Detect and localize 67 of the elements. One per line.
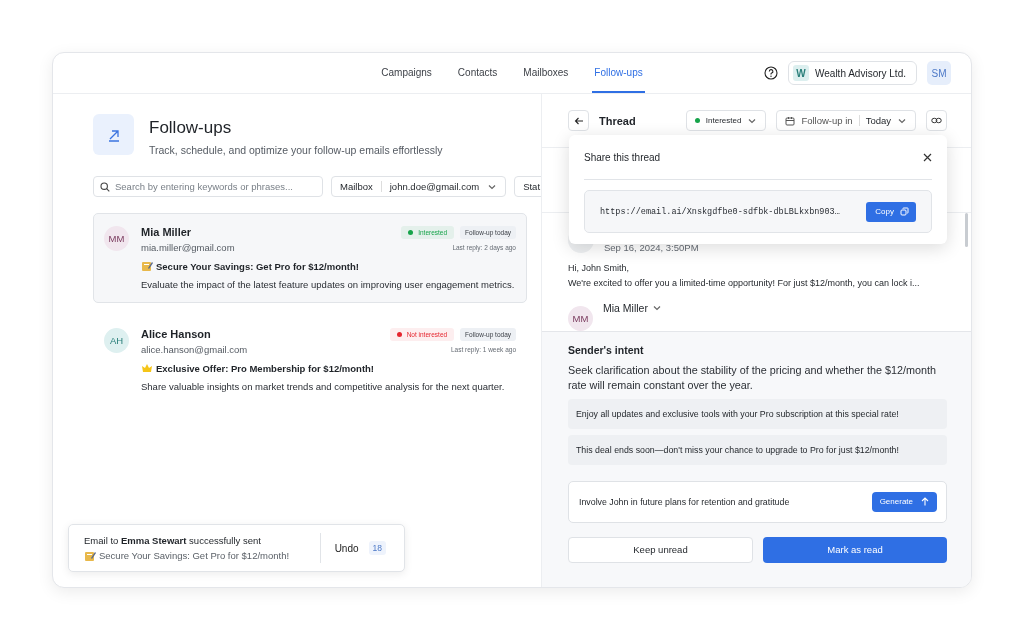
organization-logo: W bbox=[793, 65, 809, 81]
crown-icon bbox=[141, 362, 153, 374]
intent-title: Sender's intent bbox=[568, 344, 645, 356]
follow-up-value: Today bbox=[865, 115, 891, 126]
chevron-down-icon bbox=[651, 303, 662, 313]
page-title: Follow-ups bbox=[149, 118, 233, 138]
follow-up-dropdown[interactable]: Follow-up in Today bbox=[776, 110, 916, 131]
message-body: We're excited to offer you a limited-time opportunity! For just $12/month, you can lock i... bbox=[568, 278, 921, 288]
contact-name: Alice Hanson bbox=[141, 328, 212, 340]
note-icon bbox=[141, 260, 153, 272]
thread-title: Thread bbox=[599, 114, 637, 127]
reply-suggestion[interactable]: Enjoy all updates and exclusive tools with your Pro subscription at this special rate! bbox=[568, 398, 947, 429]
conversation-card[interactable] bbox=[93, 213, 527, 303]
arrow-up-icon bbox=[921, 497, 929, 507]
scrollbar[interactable] bbox=[965, 213, 968, 247]
reply-suggestion[interactable]: This deal ends soon—don't miss your chance to upgrade to Pro for just $12/month! bbox=[568, 434, 947, 465]
status-filter[interactable]: Stat bbox=[514, 176, 541, 197]
undo-button[interactable]: Undo bbox=[334, 542, 359, 554]
message-date: Sep 16, 2024, 3:50PM bbox=[604, 242, 699, 253]
sender-avatar: MM bbox=[568, 306, 593, 331]
link-icon bbox=[931, 115, 942, 126]
nav-tab[interactable]: Follow-ups bbox=[592, 53, 645, 93]
copy-button[interactable]: Copy bbox=[866, 201, 916, 222]
follow-up-icon bbox=[93, 114, 134, 155]
search-icon bbox=[100, 181, 110, 192]
toast-message: Email to Emma Stewart successfully sent bbox=[84, 534, 262, 546]
nav-tab[interactable]: Mailboxes bbox=[521, 53, 571, 93]
calendar-icon bbox=[785, 115, 796, 126]
contact-name: Mia Miller bbox=[141, 226, 193, 238]
share-link-field[interactable]: https://email.ai/Xnskgdfbe0-sdfbk-dbLBLkxbn903… Copy bbox=[584, 190, 932, 233]
note-icon bbox=[84, 549, 96, 562]
contact-email: mia.miller@gmail.com bbox=[141, 242, 235, 253]
organization-selector[interactable]: W Wealth Advisory Ltd. bbox=[788, 61, 917, 85]
prompt-field[interactable]: Involve John in future plans for retention and gratitude Generate bbox=[568, 480, 947, 523]
help-icon[interactable] bbox=[764, 66, 778, 80]
arrow-left-icon bbox=[573, 115, 584, 126]
nav-tab[interactable]: Campaigns bbox=[379, 53, 434, 93]
email-subject: Secure Your Savings: Get Pro for $12/month! bbox=[156, 260, 359, 272]
mark-as-read-button[interactable]: Mark as read bbox=[763, 536, 947, 563]
mailbox-filter[interactable]: Mailbox john.doe@gmail.com bbox=[331, 176, 507, 197]
status-dropdown[interactable]: Interested bbox=[685, 110, 767, 131]
sender-name: Mia Miller bbox=[603, 302, 648, 314]
mailbox-value: john.doe@gmail.com bbox=[389, 181, 480, 192]
email-subject: Exclusive Offer: Pro Membership for $12/month! bbox=[156, 362, 375, 374]
share-url: https://email.ai/Xnskgdfbe0-sdfbk-dbLBLkxbn903… bbox=[600, 206, 840, 217]
popover-title: Share this thread bbox=[584, 151, 661, 163]
countdown-badge: 18 bbox=[368, 541, 386, 555]
link-button[interactable] bbox=[926, 110, 947, 131]
user-avatar[interactable]: SM bbox=[927, 61, 951, 85]
keep-unread-button[interactable]: Keep unread bbox=[568, 536, 753, 563]
contact-avatar: MM bbox=[104, 226, 129, 251]
copy-icon bbox=[900, 207, 909, 216]
search-bar[interactable]: Search by entering keywords or phrases... bbox=[93, 176, 323, 197]
generate-button[interactable]: Generate bbox=[871, 491, 937, 512]
search-input[interactable]: Search by entering keywords or phrases... bbox=[115, 181, 316, 192]
email-preview: Evaluate the impact of the latest feature updates on improving user engagement metrics. bbox=[141, 279, 516, 290]
nav-tab[interactable]: Contacts bbox=[455, 53, 500, 93]
intent-summary: Seek clarification about the stability of the pricing and whether the $12/month rate will remain constant over the year. bbox=[568, 363, 937, 393]
email-preview: Share valuable insights on market trends and competitive analysis for the next quarter. bbox=[141, 381, 506, 392]
message-greeting: Hi, John Smith, bbox=[568, 263, 631, 273]
page-subtitle: Track, schedule, and optimize your follow-up emails effortlessly bbox=[149, 144, 443, 156]
close-button[interactable] bbox=[923, 152, 932, 162]
back-button[interactable] bbox=[568, 110, 589, 131]
contact-email: alice.hanson@gmail.com bbox=[141, 344, 248, 355]
toast-subject: Secure Your Savings: Get Pro for $12/month! bbox=[99, 550, 290, 561]
contact-avatar: AH bbox=[104, 328, 129, 353]
prompt-text: Involve John in future plans for retention and gratitude bbox=[579, 496, 790, 507]
